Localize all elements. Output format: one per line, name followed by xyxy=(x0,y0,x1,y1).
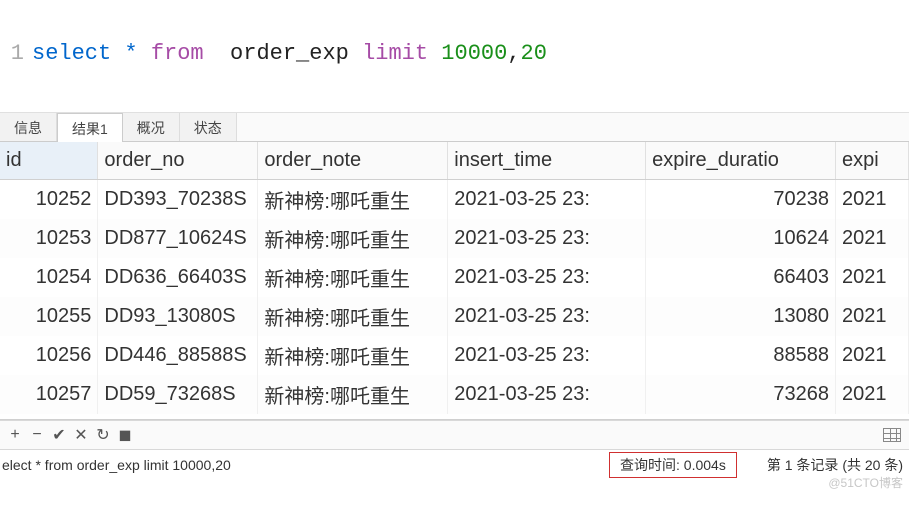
cell-insert_time[interactable]: 2021-03-25 23: xyxy=(448,219,646,258)
cell-order_no[interactable]: DD93_13080S xyxy=(98,297,258,336)
table-row[interactable]: 10256DD446_88588S新神榜:哪吒重生2021-03-25 23:8… xyxy=(0,336,909,375)
limit-offset: 10000 xyxy=(441,41,507,66)
query-time: 查询时间: 0.004s xyxy=(609,452,737,478)
cell-id[interactable]: 10253 xyxy=(0,219,98,258)
commit-button[interactable]: ✔ xyxy=(48,424,70,446)
refresh-button[interactable]: ↻ xyxy=(92,424,114,446)
record-count: 第 1 条记录 (共 20 条) xyxy=(767,455,909,475)
cell-expire_duration[interactable]: 66403 xyxy=(646,258,836,297)
cell-expire[interactable]: 2021 xyxy=(836,375,909,414)
status-bar: elect * from order_exp limit 10000,20 查询… xyxy=(0,450,909,480)
kw-star: * xyxy=(124,41,137,66)
stop-button[interactable]: ◼ xyxy=(114,424,136,446)
tab-profile[interactable]: 概况 xyxy=(123,113,180,141)
col-id[interactable]: id xyxy=(0,142,98,180)
table-row[interactable]: 10255DD93_13080S新神榜:哪吒重生2021-03-25 23:13… xyxy=(0,297,909,336)
cell-order_no[interactable]: DD636_66403S xyxy=(98,258,258,297)
cell-expire[interactable]: 2021 xyxy=(836,336,909,375)
result-tabs: 信息 结果1 概况 状态 xyxy=(0,112,909,142)
table-row[interactable]: 10252DD393_70238S新神榜:哪吒重生2021-03-25 23:7… xyxy=(0,180,909,220)
col-expire[interactable]: expi xyxy=(836,142,909,180)
cell-order_note[interactable]: 新神榜:哪吒重生 xyxy=(258,219,448,258)
cell-expire_duration[interactable]: 13080 xyxy=(646,297,836,336)
tab-result1[interactable]: 结果1 xyxy=(57,113,123,142)
col-insert-time[interactable]: insert_time xyxy=(448,142,646,180)
col-order-note[interactable]: order_note xyxy=(258,142,448,180)
cell-order_note[interactable]: 新神榜:哪吒重生 xyxy=(258,336,448,375)
results-grid[interactable]: id order_no order_note insert_time expir… xyxy=(0,142,909,420)
grid-view-icon[interactable] xyxy=(883,428,901,442)
kw-comma: , xyxy=(507,41,520,66)
col-expire-duration[interactable]: expire_duratio xyxy=(646,142,836,180)
cell-id[interactable]: 10257 xyxy=(0,375,98,414)
delete-row-button[interactable]: − xyxy=(26,424,48,446)
cell-order_note[interactable]: 新神榜:哪吒重生 xyxy=(258,258,448,297)
table-name: order_exp xyxy=(230,41,349,66)
cell-expire_duration[interactable]: 88588 xyxy=(646,336,836,375)
cell-order_note[interactable]: 新神榜:哪吒重生 xyxy=(258,375,448,414)
cell-order_note[interactable]: 新神榜:哪吒重生 xyxy=(258,180,448,220)
query-echo: elect * from order_exp limit 10000,20 xyxy=(0,457,239,473)
col-order-no[interactable]: order_no xyxy=(98,142,258,180)
cell-id[interactable]: 10254 xyxy=(0,258,98,297)
cell-order_no[interactable]: DD59_73268S xyxy=(98,375,258,414)
line-number: 1 xyxy=(4,39,32,70)
table-row[interactable]: 10254DD636_66403S新神榜:哪吒重生2021-03-25 23:6… xyxy=(0,258,909,297)
cell-expire_duration[interactable]: 70238 xyxy=(646,180,836,220)
cell-insert_time[interactable]: 2021-03-25 23: xyxy=(448,180,646,220)
cell-id[interactable]: 10256 xyxy=(0,336,98,375)
cell-insert_time[interactable]: 2021-03-25 23: xyxy=(448,297,646,336)
cell-order_note[interactable]: 新神榜:哪吒重生 xyxy=(258,297,448,336)
tab-status[interactable]: 状态 xyxy=(180,113,237,141)
cell-id[interactable]: 10255 xyxy=(0,297,98,336)
kw-select: select xyxy=(32,41,111,66)
cell-id[interactable]: 10252 xyxy=(0,180,98,220)
kw-from: from xyxy=(151,41,204,66)
grid-toolbar: + − ✔ ✕ ↻ ◼ xyxy=(0,420,909,450)
cell-expire[interactable]: 2021 xyxy=(836,180,909,220)
cancel-button[interactable]: ✕ xyxy=(70,424,92,446)
kw-limit: limit xyxy=(362,41,428,66)
cell-insert_time[interactable]: 2021-03-25 23: xyxy=(448,336,646,375)
cell-expire_duration[interactable]: 73268 xyxy=(646,375,836,414)
table-row[interactable]: 10257DD59_73268S新神榜:哪吒重生2021-03-25 23:73… xyxy=(0,375,909,414)
limit-count: 20 xyxy=(521,41,547,66)
sql-editor[interactable]: 1select * from order_exp limit 10000,20 xyxy=(0,0,909,112)
table-row[interactable]: 10253DD877_10624S新神榜:哪吒重生2021-03-25 23:1… xyxy=(0,219,909,258)
cell-expire[interactable]: 2021 xyxy=(836,219,909,258)
table-header-row: id order_no order_note insert_time expir… xyxy=(0,142,909,180)
add-row-button[interactable]: + xyxy=(4,424,26,446)
cell-insert_time[interactable]: 2021-03-25 23: xyxy=(448,258,646,297)
cell-expire[interactable]: 2021 xyxy=(836,297,909,336)
cell-order_no[interactable]: DD393_70238S xyxy=(98,180,258,220)
cell-expire[interactable]: 2021 xyxy=(836,258,909,297)
cell-order_no[interactable]: DD446_88588S xyxy=(98,336,258,375)
cell-insert_time[interactable]: 2021-03-25 23: xyxy=(448,375,646,414)
cell-order_no[interactable]: DD877_10624S xyxy=(98,219,258,258)
tab-info[interactable]: 信息 xyxy=(0,113,57,141)
cell-expire_duration[interactable]: 10624 xyxy=(646,219,836,258)
